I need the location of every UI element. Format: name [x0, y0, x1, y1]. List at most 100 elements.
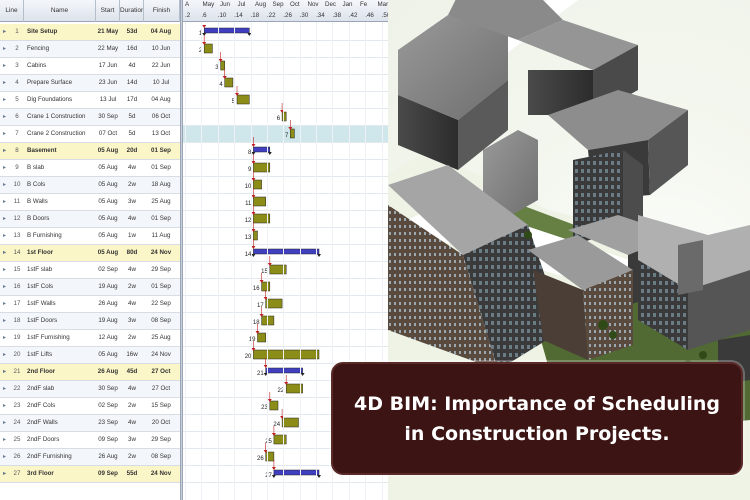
row-expand-icon[interactable]: ▸	[3, 296, 11, 312]
row-expand-icon[interactable]: ▸	[3, 245, 11, 261]
task-bar[interactable]	[257, 332, 266, 343]
row-expand-icon[interactable]: ▸	[3, 449, 11, 465]
summary-bar[interactable]	[203, 27, 250, 34]
task-line-number: 10	[13, 181, 21, 188]
task-row[interactable]: ▸ 23 2ndF Cols 02 Sep 2w 15 Sep	[0, 398, 180, 415]
task-start: 09 Sep	[98, 436, 118, 443]
row-expand-icon[interactable]: ▸	[3, 432, 11, 448]
row-expand-icon[interactable]: ▸	[3, 398, 11, 414]
task-finish: 01 Sep	[151, 164, 171, 171]
summary-bar[interactable]	[273, 469, 320, 476]
task-bar[interactable]	[253, 196, 266, 207]
task-row[interactable]: ▸ 20 1stF Lifts 05 Aug 16w 24 Nov	[0, 347, 180, 364]
row-expand-icon[interactable]: ▸	[3, 364, 11, 380]
task-start: 05 Aug	[98, 351, 118, 358]
row-expand-icon[interactable]: ▸	[3, 415, 11, 431]
task-bar[interactable]	[203, 43, 213, 54]
summary-task-row[interactable]: ▸ 27 3rd Floor 09 Sep 55d 24 Nov	[0, 466, 180, 483]
row-expand-icon[interactable]: ▸	[3, 58, 11, 74]
column-header-line[interactable]: Line	[0, 0, 24, 22]
task-finish: 15 Sep	[151, 402, 171, 409]
task-row[interactable]: ▸ 26 2ndF Furnishing 26 Aug 2w 08 Sep	[0, 449, 180, 466]
task-row[interactable]: ▸ 13 B Furnishing 05 Aug 1w 11 Aug	[0, 228, 180, 245]
summary-task-row[interactable]: ▸ 1 Site Setup 21 May 53d 04 Aug	[0, 24, 180, 41]
task-finish: 06 Oct	[151, 113, 171, 120]
task-bar[interactable]	[265, 298, 283, 309]
row-expand-icon[interactable]: ▸	[3, 24, 11, 40]
summary-bar[interactable]	[253, 248, 320, 255]
row-expand-icon[interactable]: ▸	[3, 228, 11, 244]
task-row[interactable]: ▸ 11 B Walls 05 Aug 3w 25 Aug	[0, 194, 180, 211]
column-header-start[interactable]: Start	[96, 0, 120, 22]
task-line-number: 13	[13, 232, 21, 239]
row-expand-icon[interactable]: ▸	[3, 466, 11, 482]
task-finish: 29 Sep	[151, 266, 171, 273]
bar-id-label: 21	[257, 371, 264, 377]
timeline-gridline	[201, 22, 203, 500]
summary-task-row[interactable]: ▸ 14 1st Floor 05 Aug 80d 24 Nov	[0, 245, 180, 262]
row-expand-icon[interactable]: ▸	[3, 177, 11, 193]
task-bar[interactable]	[269, 400, 279, 411]
row-expand-icon[interactable]: ▸	[3, 313, 11, 329]
task-bar[interactable]	[253, 349, 320, 360]
task-line-number: 1	[15, 28, 19, 35]
row-expand-icon[interactable]: ▸	[3, 262, 11, 278]
column-header-duration[interactable]: Duration	[120, 0, 144, 22]
task-bar[interactable]	[224, 77, 234, 88]
column-header-name[interactable]: Name	[24, 0, 96, 22]
summary-task-row[interactable]: ▸ 8 Basement 05 Aug 20d 01 Sep	[0, 143, 180, 160]
row-expand-icon[interactable]: ▸	[3, 143, 11, 159]
summary-task-row[interactable]: ▸ 21 2nd Floor 26 Aug 45d 27 Oct	[0, 364, 180, 381]
task-row[interactable]: ▸ 22 2ndF slab 30 Sep 4w 27 Oct	[0, 381, 180, 398]
row-expand-icon[interactable]: ▸	[3, 41, 11, 57]
bar-id-label: 24	[273, 422, 280, 428]
task-row[interactable]: ▸ 6 Crane 1 Construction 30 Sep 5d 06 Oct	[0, 109, 180, 126]
timeline-gridline	[266, 22, 268, 500]
task-row[interactable]: ▸ 4 Prepare Surface 23 Jun 14d 10 Jul	[0, 75, 180, 92]
task-row[interactable]: ▸ 24 2ndF Walls 23 Sep 4w 20 Oct	[0, 415, 180, 432]
task-bar[interactable]	[220, 60, 225, 71]
row-expand-icon[interactable]: ▸	[3, 92, 11, 108]
task-start: 12 Aug	[98, 334, 118, 341]
task-bar[interactable]	[290, 128, 295, 139]
task-bar[interactable]	[273, 434, 287, 445]
column-header-finish[interactable]: Finish	[144, 0, 180, 22]
row-expand-icon[interactable]: ▸	[3, 75, 11, 91]
task-start: 13 Jul	[99, 96, 117, 103]
row-expand-icon[interactable]: ▸	[3, 279, 11, 295]
row-expand-icon[interactable]: ▸	[3, 109, 11, 125]
task-name: 1stF Cols	[27, 283, 54, 290]
task-row[interactable]: ▸ 7 Crane 2 Construction 07 Oct 5d 13 Oct	[0, 126, 180, 143]
task-row[interactable]: ▸ 25 2ndF Doors 09 Sep 3w 29 Sep	[0, 432, 180, 449]
task-finish: 24 Nov	[150, 249, 172, 256]
timeline-gridline	[234, 22, 236, 500]
row-expand-icon[interactable]: ▸	[3, 381, 11, 397]
row-expand-icon[interactable]: ▸	[3, 347, 11, 363]
task-row[interactable]: ▸ 16 1stF Cols 19 Aug 2w 01 Sep	[0, 279, 180, 296]
task-bar[interactable]	[253, 230, 258, 241]
task-row[interactable]: ▸ 3 Cabins 17 Jun 4d 22 Jun	[0, 58, 180, 75]
task-name: 2ndF Walls	[27, 419, 58, 426]
task-row[interactable]: ▸ 2 Fencing 22 May 16d 10 Jun	[0, 41, 180, 58]
task-bar[interactable]	[261, 281, 271, 292]
task-row[interactable]: ▸ 5 Dig Foundations 13 Jul 17d 04 Aug	[0, 92, 180, 109]
row-expand-icon[interactable]: ▸	[3, 160, 11, 176]
task-row[interactable]: ▸ 19 1stF Furnishing 12 Aug 2w 25 Aug	[0, 330, 180, 347]
task-bar[interactable]	[281, 417, 299, 428]
task-bar[interactable]	[253, 179, 262, 190]
task-line-number: 3	[15, 62, 19, 69]
task-row[interactable]: ▸ 15 1stF slab 02 Sep 4w 29 Sep	[0, 262, 180, 279]
task-bar[interactable]	[236, 94, 250, 105]
task-name: B Furnishing	[27, 232, 62, 239]
task-row[interactable]: ▸ 12 B Doors 05 Aug 4w 01 Sep	[0, 211, 180, 228]
task-row[interactable]: ▸ 10 B Cols 05 Aug 2w 18 Aug	[0, 177, 180, 194]
row-expand-icon[interactable]: ▸	[3, 194, 11, 210]
row-expand-icon[interactable]: ▸	[3, 330, 11, 346]
task-row[interactable]: ▸ 18 1stF Doors 19 Aug 3w 08 Sep	[0, 313, 180, 330]
task-name: B slab	[27, 164, 45, 171]
row-expand-icon[interactable]: ▸	[3, 126, 11, 142]
task-name: Basement	[27, 147, 57, 154]
task-row[interactable]: ▸ 17 1stF Walls 26 Aug 4w 22 Sep	[0, 296, 180, 313]
row-expand-icon[interactable]: ▸	[3, 211, 11, 227]
task-row[interactable]: ▸ 9 B slab 05 Aug 4w 01 Sep	[0, 160, 180, 177]
